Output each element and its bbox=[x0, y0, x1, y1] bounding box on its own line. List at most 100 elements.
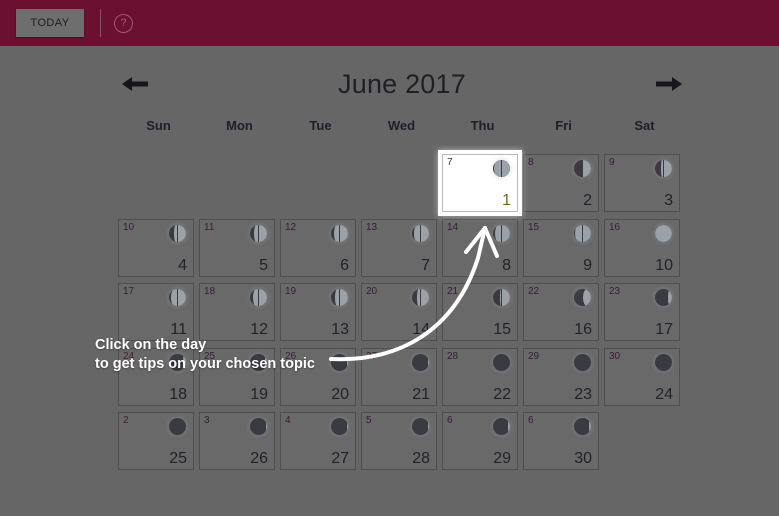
calendar-cell[interactable]: 2 25 bbox=[118, 412, 194, 470]
help-icon[interactable]: ? bbox=[114, 13, 133, 33]
moon-phase-icon bbox=[493, 418, 510, 435]
calendar-cell[interactable]: 30 24 bbox=[604, 347, 680, 406]
calendar-week-row: 718293 bbox=[118, 154, 686, 219]
moon-phase-icon bbox=[493, 160, 510, 177]
weekday-label-fri: Fri bbox=[555, 118, 572, 133]
calendar-week-row: 2 25 3 26 4 27 5 28 6 29 6 30 bbox=[118, 412, 686, 477]
calendar-grid: 7 1 8 2 9 3 10 4 11 5 12 6 13 7 14 8 15 9 16 10 17 11 18 12 19 13… bbox=[118, 154, 686, 477]
topic-number: 16 bbox=[609, 221, 621, 233]
moon-phase-icon bbox=[655, 160, 672, 177]
moon-phase-icon bbox=[169, 289, 186, 306]
day-number: 20 bbox=[331, 385, 349, 403]
topic-number: 30 bbox=[609, 350, 621, 362]
day-number: 30 bbox=[574, 450, 592, 467]
moon-phase-icon bbox=[574, 289, 591, 306]
moon-phase-icon bbox=[169, 418, 186, 435]
day-number: 16 bbox=[574, 321, 592, 338]
day-number: 9 bbox=[583, 256, 592, 274]
day-number: 4 bbox=[178, 256, 187, 274]
moon-phase-icon bbox=[655, 224, 672, 242]
calendar-cell[interactable]: 15 9 bbox=[523, 218, 599, 277]
calendar-cell-empty bbox=[280, 154, 356, 212]
day-number: 5 bbox=[259, 256, 268, 274]
calendar-cell[interactable]: 19 13 bbox=[280, 283, 356, 341]
calendar-cell[interactable]: 3 26 bbox=[199, 412, 275, 470]
moon-phase-icon bbox=[412, 289, 429, 306]
day-number: 24 bbox=[655, 385, 673, 403]
calendar-cell[interactable]: 11 5 bbox=[199, 218, 275, 277]
moon-phase-icon bbox=[331, 418, 348, 435]
topic-number: 8 bbox=[528, 157, 534, 168]
topic-number: 12 bbox=[285, 221, 297, 233]
weekday-label-wed: Wed bbox=[387, 118, 416, 133]
weekday-label-tue: Tue bbox=[309, 118, 332, 133]
calendar-cell[interactable]: 23 17 bbox=[604, 283, 680, 341]
day-number: 27 bbox=[331, 450, 349, 467]
topic-number: 6 bbox=[447, 415, 453, 426]
topic-number: 27 bbox=[366, 350, 378, 362]
calendar-cell[interactable]: 20 14 bbox=[361, 283, 437, 341]
day-number: 14 bbox=[412, 321, 430, 338]
day-number: 29 bbox=[493, 450, 511, 467]
calendar-cell[interactable]: 4 27 bbox=[280, 412, 356, 470]
moon-phase-icon bbox=[412, 418, 429, 435]
calendar-cell[interactable]: 10 4 bbox=[118, 218, 194, 277]
calendar-cell[interactable]: 82 bbox=[523, 154, 599, 212]
topic-number: 7 bbox=[447, 157, 453, 168]
calendar-cell-selected[interactable]: 71 bbox=[442, 154, 518, 212]
moon-phase-icon bbox=[331, 224, 348, 242]
topic-number: 23 bbox=[609, 286, 621, 297]
calendar-cell[interactable]: 16 10 bbox=[604, 218, 680, 277]
weekday-label-sun: Sun bbox=[146, 118, 171, 133]
moon-phase-icon bbox=[655, 353, 672, 371]
calendar-cell[interactable]: 22 16 bbox=[523, 283, 599, 341]
day-number: 28 bbox=[412, 450, 430, 467]
moon-phase-icon bbox=[250, 289, 267, 306]
moon-phase-icon bbox=[169, 224, 186, 242]
previous-month-arrow-icon[interactable] bbox=[118, 69, 152, 99]
annotation-line-1: Click on the day bbox=[95, 337, 207, 353]
calendar-cell[interactable]: 14 8 bbox=[442, 218, 518, 277]
topic-number: 20 bbox=[366, 286, 378, 297]
calendar-cell[interactable]: 29 23 bbox=[523, 347, 599, 406]
calendar-cell[interactable]: 13 7 bbox=[361, 218, 437, 277]
moon-phase-icon bbox=[493, 289, 510, 306]
calendar-cell[interactable]: 6 29 bbox=[442, 412, 518, 470]
calendar-cell[interactable]: 21 15 bbox=[442, 283, 518, 341]
annotation-text: Click on the day to get tips on your cho… bbox=[95, 336, 315, 374]
day-number: 7 bbox=[421, 256, 430, 274]
day-number: 18 bbox=[169, 385, 187, 403]
calendar-cell[interactable]: 6 30 bbox=[523, 412, 599, 470]
calendar-cell[interactable]: 27 21 bbox=[361, 347, 437, 406]
moon-phase-icon bbox=[493, 353, 510, 371]
topic-number: 14 bbox=[447, 221, 459, 233]
calendar-cell-empty bbox=[199, 154, 275, 212]
topic-number: 19 bbox=[285, 286, 297, 297]
calendar-week-row: 10 4 11 5 12 6 13 7 14 8 15 9 16 10 bbox=[118, 218, 686, 284]
topic-number: 13 bbox=[366, 221, 378, 233]
day-number: 8 bbox=[502, 256, 511, 274]
day-number: 2 bbox=[583, 192, 592, 209]
weekday-label-thu: Thu bbox=[470, 118, 495, 133]
day-number: 13 bbox=[331, 321, 349, 338]
moon-phase-icon bbox=[574, 353, 591, 371]
day-number: 17 bbox=[655, 321, 673, 338]
day-number: 19 bbox=[250, 385, 268, 403]
weekday-label-sat: Sat bbox=[634, 118, 655, 133]
calendar-cell[interactable]: 28 22 bbox=[442, 347, 518, 406]
calendar-cell-empty bbox=[361, 154, 437, 212]
topic-number: 21 bbox=[447, 286, 459, 297]
today-button[interactable]: TODAY bbox=[16, 9, 84, 37]
next-month-arrow-icon[interactable] bbox=[652, 69, 686, 99]
day-number: 15 bbox=[493, 321, 511, 338]
calendar-cell[interactable]: 5 28 bbox=[361, 412, 437, 470]
calendar-cell[interactable]: 17 11 bbox=[118, 283, 194, 341]
topic-number: 2 bbox=[123, 415, 129, 426]
calendar-cell[interactable]: 18 12 bbox=[199, 283, 275, 341]
day-number: 26 bbox=[250, 450, 268, 467]
calendar-cell[interactable]: 93 bbox=[604, 154, 680, 212]
topic-number: 4 bbox=[285, 415, 291, 426]
moon-phase-icon bbox=[331, 353, 348, 371]
day-number: 23 bbox=[574, 385, 592, 403]
calendar-cell[interactable]: 12 6 bbox=[280, 218, 356, 277]
